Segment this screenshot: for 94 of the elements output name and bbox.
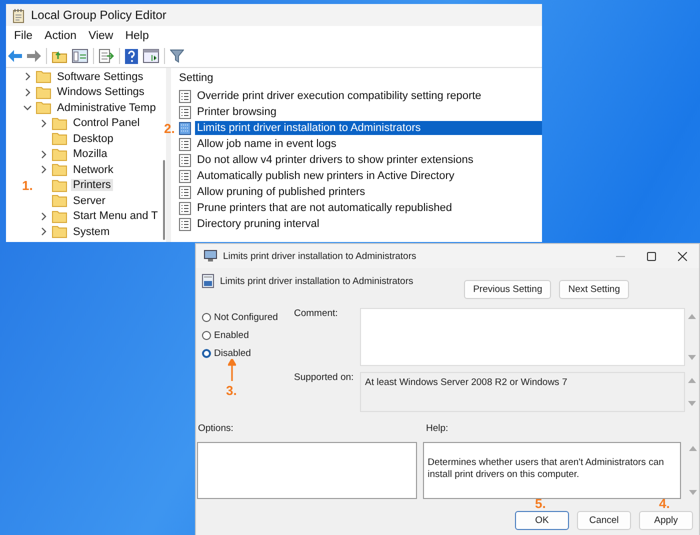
scrollbar-thumb[interactable]	[163, 160, 165, 240]
folder-icon	[52, 163, 67, 176]
filter-icon[interactable]	[170, 49, 184, 63]
folder-icon	[52, 116, 67, 130]
policy-setting-icon	[179, 170, 191, 182]
policy-setting-icon	[179, 154, 191, 166]
menu-item[interactable]: File	[10, 30, 41, 42]
policy-setting-icon	[179, 122, 191, 134]
chevron-icon[interactable]	[38, 150, 48, 159]
close-icon[interactable]	[678, 252, 687, 260]
tree-item[interactable]: Server	[71, 194, 108, 207]
policy-setting-row[interactable]: Do not allow v4 printer drivers to show printer extensions	[195, 153, 542, 167]
policy-icon	[202, 274, 214, 288]
policy-setting-row[interactable]: Prune printers that are not automatically republished	[195, 201, 542, 215]
column-header[interactable]: Setting	[177, 68, 542, 88]
dialog-button[interactable]: OK	[515, 511, 569, 530]
nav-button[interactable]: Previous Setting	[464, 280, 552, 299]
policy-setting-row[interactable]: Override print driver execution compatibility setting reporte	[195, 89, 542, 103]
step-number: 3.	[226, 383, 237, 398]
menu-item[interactable]: View	[84, 30, 122, 42]
policy-setting-icon	[179, 106, 191, 118]
policy-setting-row[interactable]: Limits print driver installation to Administrators	[195, 121, 542, 135]
chevron-icon[interactable]	[38, 165, 48, 174]
dialog-button[interactable]: Apply	[639, 511, 693, 530]
chevron-icon[interactable]	[22, 88, 32, 97]
menu-item[interactable]: Help	[121, 30, 157, 42]
policy-setting-row[interactable]: Printer browsing	[195, 105, 542, 119]
folder-icon	[52, 194, 67, 208]
policy-setting-icon	[179, 202, 191, 214]
policy-setting-row[interactable]: Allow pruning of published printers	[195, 185, 542, 199]
properties-pane-icon[interactable]	[143, 49, 159, 63]
policy-setting-icon	[179, 138, 191, 150]
policy-setting-row[interactable]: Allow job name in event logs	[195, 137, 542, 151]
section-label: Help:	[426, 422, 450, 434]
policy-setting-icon	[179, 218, 191, 230]
export-list-icon[interactable]	[99, 49, 114, 63]
policy-setting-row[interactable]: Directory pruning interval	[195, 217, 542, 231]
tree-item[interactable]: Software Settings	[55, 70, 146, 83]
radio-label[interactable]: Disabled	[214, 348, 251, 359]
step-number: 4.	[659, 496, 670, 511]
folder-icon	[52, 225, 67, 238]
policy-setting-icon	[179, 186, 191, 198]
step-number: 1.	[22, 178, 33, 193]
folder-icon	[36, 70, 51, 84]
radio-button[interactable]	[202, 349, 211, 358]
folder-icon	[36, 101, 51, 114]
radio-button[interactable]	[202, 313, 211, 322]
chevron-icon[interactable]	[22, 72, 32, 82]
maximize-icon[interactable]	[647, 252, 656, 260]
policy-heading: Limits print driver installation to Administrators	[220, 275, 414, 287]
tree-item[interactable]: Network	[71, 164, 116, 176]
field-label: Comment:	[294, 308, 339, 321]
field-label: Supported on:	[294, 372, 355, 385]
up-folder-icon[interactable]	[52, 49, 67, 63]
policy-window-icon	[204, 250, 217, 262]
tree-item[interactable]: Desktop	[71, 132, 116, 145]
help-text: Determines whether users that aren't Administrators can install print drivers on this computer.	[422, 442, 682, 499]
radio-label[interactable]: Not Configured	[214, 312, 278, 323]
folder-icon	[36, 86, 51, 99]
step-number: 5.	[535, 496, 546, 511]
supported-on-field: At least Windows Server 2008 R2 or Windows 7	[360, 372, 685, 412]
window-title: Local Group Policy Editor	[31, 8, 166, 22]
menu-item[interactable]: Action	[40, 30, 84, 42]
tree-item[interactable]: Windows Settings	[55, 86, 146, 98]
dialog-button[interactable]: Cancel	[577, 511, 631, 530]
tree-item[interactable]: Start Menu and T	[71, 210, 160, 222]
chevron-icon[interactable]	[38, 212, 48, 221]
forward-arrow-icon[interactable]	[27, 50, 41, 62]
chevron-icon[interactable]	[22, 103, 32, 112]
nav-button[interactable]: Next Setting	[559, 280, 629, 299]
step-number: 2.	[164, 120, 175, 136]
window-title: Limits print driver installation to Administrators	[223, 250, 418, 262]
folder-icon	[52, 148, 67, 161]
console-tree-icon[interactable]	[72, 49, 88, 63]
notepad-icon	[12, 8, 25, 22]
folder-icon	[52, 210, 67, 223]
folder-icon	[52, 178, 67, 192]
chevron-icon[interactable]	[38, 118, 48, 128]
back-arrow-icon[interactable]	[8, 50, 22, 62]
tree-item[interactable]: Administrative Temp	[55, 102, 158, 114]
policy-setting-icon	[179, 90, 191, 102]
tree-item[interactable]: Control Panel	[71, 117, 142, 130]
chevron-icon[interactable]	[38, 227, 48, 236]
arrow-icon	[228, 359, 236, 381]
tree-item[interactable]: Mozilla	[71, 148, 110, 160]
comment-field[interactable]	[360, 308, 685, 366]
help-icon[interactable]	[125, 48, 138, 64]
tree-item[interactable]: Printers	[71, 179, 113, 192]
folder-icon	[52, 132, 67, 146]
tree-item[interactable]: System	[71, 226, 112, 238]
section-label: Options:	[198, 422, 234, 434]
radio-label[interactable]: Enabled	[214, 330, 249, 341]
radio-button[interactable]	[202, 331, 211, 340]
policy-setting-row[interactable]: Automatically publish new printers in Active Directory	[195, 169, 542, 183]
